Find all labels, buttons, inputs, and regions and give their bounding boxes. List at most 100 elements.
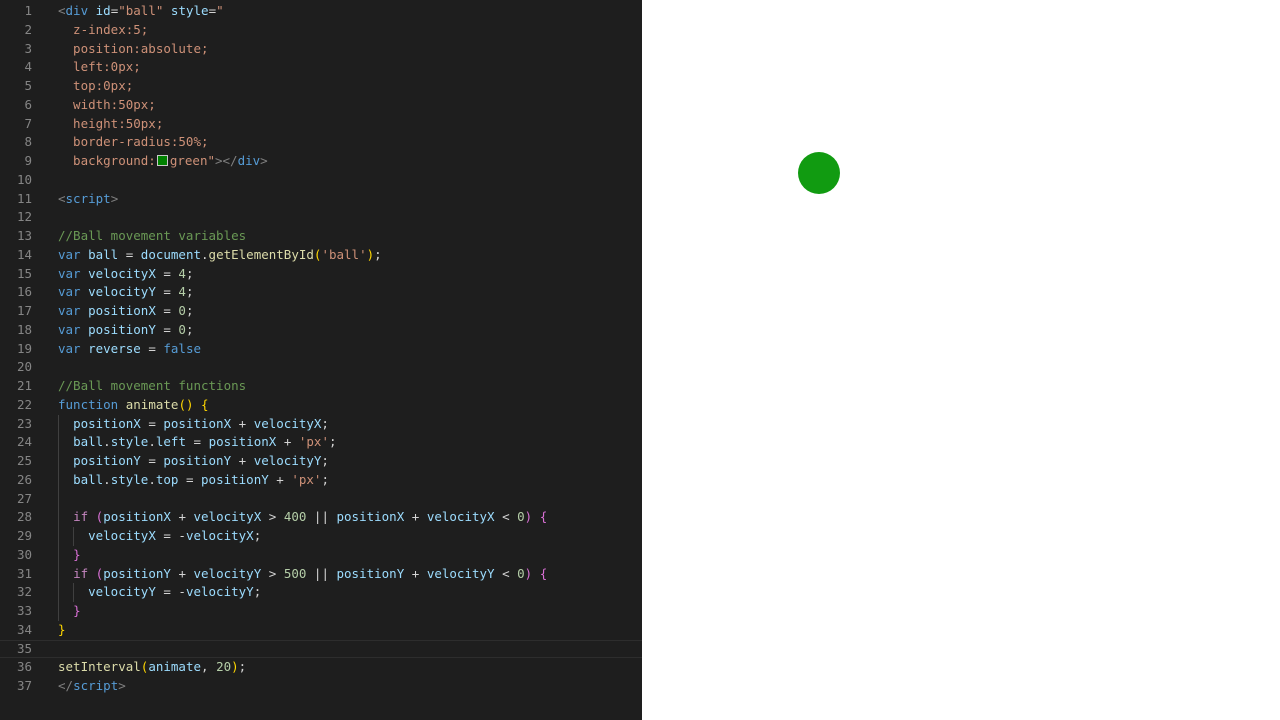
code-line[interactable]: position:absolute; — [58, 40, 642, 59]
line-number: 5 — [24, 78, 32, 93]
code-line[interactable]: var positionX = 0; — [58, 302, 642, 321]
code-token: 400 — [283, 509, 307, 525]
code-line[interactable]: positionY = positionY + velocityY; — [58, 452, 642, 471]
code-line[interactable]: z-index:5; — [58, 21, 642, 40]
line-number: 11 — [16, 190, 32, 206]
line-number: 18 — [16, 321, 32, 337]
code-token: ; — [185, 284, 194, 300]
code-token: < — [494, 509, 518, 525]
code-editor[interactable]: 1 2 3 4 5 6 7 8 9 10 11 12 13 14 15 16 17 18 19 20 21 22 23 24 2… — [0, 0, 642, 720]
code-line[interactable]: var velocityX = 4; — [58, 265, 642, 284]
code-token: 4 — [178, 265, 186, 281]
code-token: div — [65, 3, 89, 18]
code-line[interactable]: function animate() { — [58, 396, 642, 415]
code-line[interactable]: left:0px; — [58, 58, 642, 77]
code-line[interactable]: //Ball movement functions — [58, 377, 642, 396]
code-line[interactable]: ball.style.top = positionY + 'px'; — [58, 471, 642, 490]
code-token: . — [103, 471, 111, 487]
code-token: ; — [185, 303, 194, 318]
code-line[interactable] — [0, 639, 642, 659]
code-token: . — [103, 434, 111, 450]
code-line[interactable]: if (positionX + velocityX > 400 || posit… — [58, 508, 642, 527]
code-token: = — [185, 434, 209, 450]
code-line[interactable]: velocityY = -velocityY; — [58, 583, 642, 602]
line-number: 20 — [16, 359, 32, 375]
code-line[interactable] — [58, 208, 642, 227]
code-line[interactable]: //Ball movement variables — [58, 227, 642, 246]
code-line[interactable]: <div id="ball" style=" — [58, 2, 642, 21]
code-token: } — [58, 621, 66, 637]
indent-guide — [73, 527, 75, 546]
code-token: animate — [125, 396, 179, 412]
line-number: 17 — [16, 303, 32, 318]
line-number: 32 — [16, 584, 32, 600]
code-line[interactable]: if (positionY + velocityY > 500 || posit… — [58, 565, 642, 584]
line-number: 24 — [16, 434, 32, 450]
code-line[interactable] — [58, 171, 642, 190]
code-line[interactable]: } — [58, 621, 642, 640]
code-token: if — [73, 509, 89, 525]
code-line[interactable]: <script> — [58, 190, 642, 209]
code-line[interactable]: background: green"></div> — [58, 152, 642, 171]
code-line[interactable]: var positionY = 0; — [58, 321, 642, 340]
code-token: id — [95, 3, 111, 18]
color-swatch-icon[interactable] — [156, 155, 168, 166]
code-line[interactable]: ball.style.left = positionX + 'px'; — [58, 433, 642, 452]
code-token: //Ball movement variables — [58, 228, 247, 243]
code-line[interactable]: border-radius:50%; — [58, 133, 642, 152]
code-line[interactable]: var velocityY = 4; — [58, 283, 642, 302]
code-line[interactable]: top:0px; — [58, 77, 642, 96]
code-token: left — [155, 434, 186, 450]
code-token: position:absolute; — [58, 40, 209, 56]
line-number: 33 — [16, 603, 32, 618]
code-token: top:0px; — [58, 78, 134, 93]
code-token: ; — [253, 584, 262, 600]
code-token: { — [201, 396, 209, 412]
code-token: background: — [58, 153, 156, 168]
code-token: green" — [169, 153, 215, 168]
code-line[interactable]: velocityX = -velocityX; — [58, 527, 642, 546]
code-area[interactable]: <div id="ball" style=" z-index:5; positi… — [0, 2, 642, 696]
code-line[interactable]: var reverse = false — [58, 340, 642, 359]
code-token: < — [58, 190, 66, 206]
code-token: 'px' — [298, 434, 329, 450]
code-token: style — [110, 434, 149, 450]
code-line[interactable] — [58, 490, 642, 509]
code-line[interactable]: height:50px; — [58, 115, 642, 134]
code-line[interactable]: setInterval(animate, 20); — [58, 658, 642, 677]
code-line[interactable]: </script> — [58, 677, 642, 696]
code-token: 4 — [178, 284, 186, 300]
code-line[interactable] — [58, 358, 642, 377]
code-token: var — [58, 246, 81, 262]
code-token: 'ball' — [321, 246, 367, 262]
code-token: velocityX — [253, 415, 322, 431]
code-line[interactable]: var ball = document.getElementById('ball… — [58, 246, 642, 265]
code-token: ) — [366, 246, 375, 262]
code-token: velocityY — [88, 584, 156, 600]
line-number: 8 — [24, 134, 32, 150]
code-token: var — [58, 265, 81, 281]
line-number: 19 — [16, 340, 32, 356]
code-token: positionX — [208, 434, 277, 450]
line-number: 7 — [24, 115, 32, 131]
code-token: style — [170, 3, 209, 18]
code-line[interactable]: } — [58, 602, 642, 621]
code-token: style — [110, 471, 149, 487]
code-token: document — [140, 246, 202, 262]
code-token: } — [73, 546, 81, 562]
code-line[interactable]: width:50px; — [58, 96, 642, 115]
line-number: 15 — [16, 265, 32, 281]
code-token: velocityX — [426, 509, 495, 525]
code-line[interactable]: } — [58, 546, 642, 565]
code-line[interactable]: positionX = positionX + velocityX; — [58, 415, 642, 434]
line-number: 10 — [16, 171, 32, 187]
code-token: = — [178, 471, 202, 487]
